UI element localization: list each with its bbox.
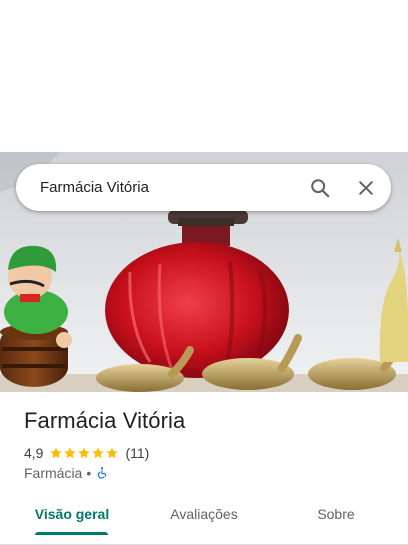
rating-row[interactable]: 4,9 (11) <box>24 444 149 462</box>
star-icon <box>50 447 63 459</box>
search-bar[interactable]: Farmácia Vitória <box>16 164 391 211</box>
star-rating <box>49 446 119 460</box>
tab-reviews[interactable]: Avaliações <box>162 492 246 536</box>
category-row: Farmácia • <box>24 464 109 482</box>
close-icon[interactable] <box>350 172 382 204</box>
place-category: Farmácia <box>24 465 83 481</box>
separator: • <box>86 465 92 481</box>
place-tabs: Visão geral Avaliações Sobre <box>0 492 408 545</box>
rating-value: 4,9 <box>24 445 44 461</box>
star-icon <box>92 447 105 459</box>
place-title: Farmácia Vitória <box>24 408 186 433</box>
map-top-area <box>0 0 408 152</box>
star-icon <box>64 447 77 459</box>
star-icon <box>78 447 91 459</box>
tab-about[interactable]: Sobre <box>296 492 376 536</box>
tab-overview[interactable]: Visão geral <box>30 492 114 536</box>
active-tab-indicator <box>35 532 108 535</box>
search-icon[interactable] <box>304 172 336 204</box>
wheelchair-icon <box>98 467 107 479</box>
review-count[interactable]: (11) <box>125 445 149 461</box>
star-icon <box>106 447 119 459</box>
search-input[interactable]: Farmácia Vitória <box>40 164 149 211</box>
